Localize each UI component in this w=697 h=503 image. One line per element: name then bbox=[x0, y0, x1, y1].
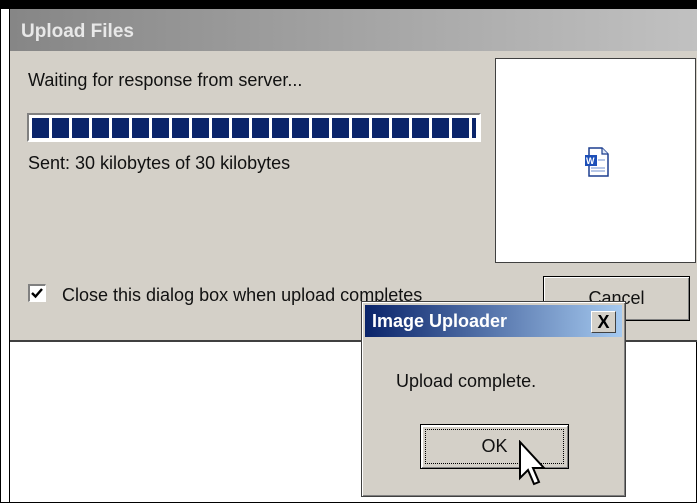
mouse-pointer-icon bbox=[519, 440, 547, 486]
upload-progress-bar bbox=[27, 113, 481, 142]
upload-files-window: Upload Files Waiting for response from s… bbox=[10, 9, 697, 342]
close-on-complete-checkbox[interactable] bbox=[28, 284, 46, 302]
upload-window-titlebar[interactable]: Upload Files bbox=[10, 9, 697, 51]
image-uploader-dialog: Image Uploader X Upload complete. OK bbox=[361, 301, 626, 497]
top-border bbox=[0, 0, 697, 9]
upload-status-text: Waiting for response from server... bbox=[28, 70, 303, 90]
checkmark-icon bbox=[31, 288, 43, 299]
sent-bytes-text: Sent: 30 kilobytes of 30 kilobytes bbox=[28, 153, 291, 173]
upload-progress-fill bbox=[32, 118, 476, 138]
dialog-close-button[interactable]: X bbox=[591, 311, 616, 333]
file-preview-panel: W bbox=[495, 58, 696, 263]
upload-window-title: Upload Files bbox=[21, 21, 134, 42]
dialog-titlebar[interactable]: Image Uploader X bbox=[365, 305, 622, 337]
svg-text:W: W bbox=[586, 156, 595, 166]
dialog-title: Image Uploader bbox=[372, 311, 508, 331]
word-document-icon: W bbox=[585, 147, 609, 177]
dialog-message: Upload complete. bbox=[396, 371, 537, 391]
